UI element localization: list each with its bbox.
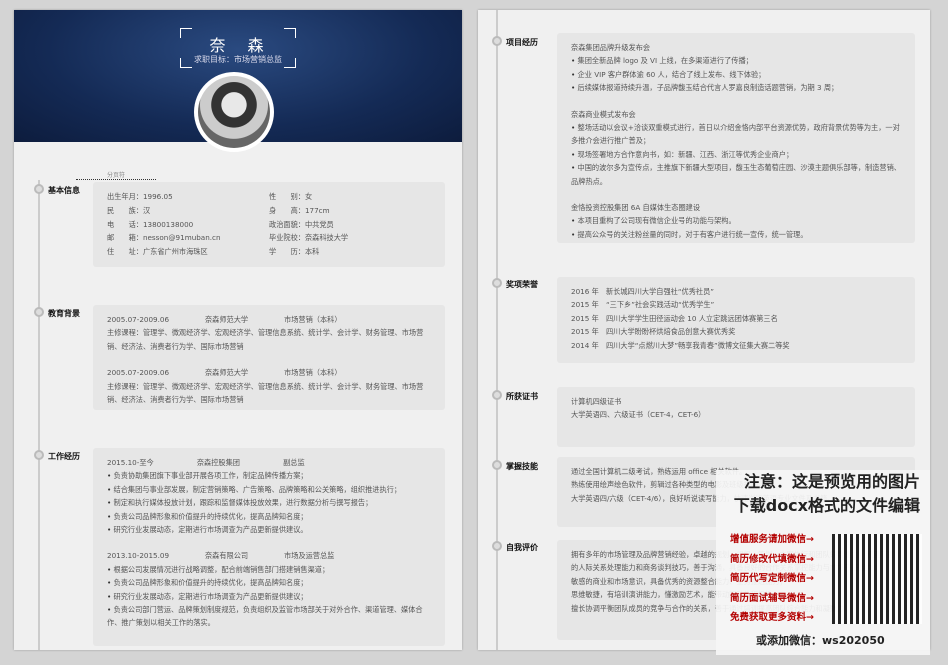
candidate-name: 奈 森 (209, 36, 267, 55)
section-title-awards: 奖项荣誉 (506, 280, 538, 289)
text-line: 2014 年 四川大学“点燃川大梦”畅享我青春”微博文征集大赛二等奖 (571, 340, 790, 350)
text-line: 民 族：汉 (107, 205, 151, 215)
text-line: 现场签署地方合作意向书，如：新疆、江西、浙江等优秀企业商户； (571, 148, 901, 161)
timeline-dot (34, 307, 44, 317)
text-line: 研究行业发展动态，定期进行市场调查为产品更新提供建议； (107, 590, 431, 603)
text-line: 2015 年 四川大学学生田径运动会 10 人立定跳远团体赛第三名 (571, 313, 778, 323)
text-line: 研究行业发展动态，定期进行市场调查为产品更新提供建议。 (107, 523, 431, 536)
text-line: 负责公司品牌形象和价值提升的持续优化，提高品牌知名度； (107, 576, 431, 589)
text-line (107, 353, 431, 366)
text-line: 根据公司发展情况进行战略调整，配合前端销售部门搭建销售渠道； (107, 563, 431, 576)
section-title-education: 教育背景 (48, 309, 80, 318)
text-line: 负责公司品牌形象和价值提升的持续优化，提高品牌知名度； (107, 510, 431, 523)
text-line: 2013.10-2015.09 奈森有限公司 市场及运营总监 (107, 551, 335, 561)
text-line: 整场活动以会议+洽谈双重模式进行，首日以介绍金恪内部平台资源优势，政府背景优势等… (571, 121, 901, 148)
text-line: 集团全新品牌 logo 及 VI 上线，在多渠道进行了传播； (571, 54, 901, 67)
watermark-line2: 下载docx格式的文件编辑 (733, 496, 920, 515)
text-line: 金恪投资控股集团 6A 自媒体生态圈建设 (571, 203, 701, 213)
text-line: 大学英语四、六级证书（CET-4，CET-6） (571, 410, 706, 420)
section-box-projects: 奈森集团品牌升级发布会集团全新品牌 logo 及 VI 上线，在多渠道进行了传播… (557, 33, 915, 243)
avatar (194, 72, 274, 152)
text-line: 2015.10-至今 奈森控股集团 副总监 (107, 458, 305, 467)
text-line: 主修课程：管理学、微观经济学、宏观经济学、管理信息系统、统计学、会计学、财务管理… (107, 328, 424, 351)
text-line: 身 高：177cm (269, 205, 330, 215)
section-box-basic: 出生年月：1996.05 性 别：女民 族：汉 身 高：177cm 电 话：13800… (93, 182, 445, 267)
section-title-basic: 基本信息 (48, 186, 80, 195)
section-title-certs: 所获证书 (506, 392, 538, 401)
timeline-dot (34, 450, 44, 460)
text-line (571, 188, 901, 201)
text-line: 制定和执行媒体投放计划，跟踪和监督媒体投放效果，进行数据分析与撰写报告； (107, 496, 431, 509)
text-line: 性 别：女 (269, 192, 313, 201)
section-title-self: 自我评价 (506, 543, 538, 552)
text-line: 出生年月：1996.05 (107, 192, 173, 201)
text-line: 中国的波尔多为宣传点，主推旗下新疆大型项目，馥玉生态葡萄庄园、沙漠主题俱乐部等，… (571, 161, 901, 188)
timeline-dot (492, 390, 502, 400)
text-line: 住 址：广东省广州市海珠区 (107, 247, 208, 257)
text-line: 本项目重构了公司现有微信企业号的功能与架构。 (571, 214, 901, 227)
timeline-dot (34, 184, 44, 194)
text-line: 企业 VIP 客户群体逾 60 人，结合了线上发布、线下体验； (571, 68, 901, 81)
section-box-work: 2015.10-至今 奈森控股集团 副总监负责协助集团旗下事业部开展各项工作，制… (93, 448, 445, 646)
section-box-education: 2005.07-2009.06 奈森师范大学 市场营销（本科） 主修课程：管理学、… (93, 305, 445, 410)
section-box-awards: 2016 年 新长城四川大学自强社“优秀社员” 2015 年 “三下乡”社会实践活… (557, 277, 915, 363)
text-line: 2015 年 四川大学盼盼杯烘焙食品创意大赛优秀奖 (571, 327, 736, 337)
text-line: 提高公众号的关注粉丝量的同时，对于有客户进行统一宣传，统一管理。 (571, 228, 901, 241)
text-line: 主修课程：管理学、微观经济学、宏观经济学、管理信息系统、统计学、会计学、财务管理… (107, 381, 424, 405)
timeline-dot (492, 460, 502, 470)
text-line: 政治面貌：中共党员 (269, 219, 334, 229)
timeline-dot (492, 278, 502, 288)
section-title-skills: 掌握技能 (506, 462, 538, 471)
text-line (571, 95, 901, 108)
text-line: 2016 年 新长城四川大学自强社“优秀社员” (571, 287, 715, 296)
text-line: 2005.07-2009.06 奈森师范大学 市场营销（本科） (107, 315, 342, 324)
timeline-line (38, 180, 40, 650)
text-line (107, 536, 431, 549)
text-line: 奈森商业模式发布会 (571, 109, 636, 119)
text-line: 2015 年 “三下乡”社会实践活动“优秀学生” (571, 300, 715, 310)
text-line: 电 话：13800138000 (107, 219, 194, 229)
watermark-line1: 注意：这是预览用的图片 (743, 472, 920, 491)
section-title-projects: 项目经历 (506, 38, 538, 47)
text-line: 奈森集团品牌升级发布会 (571, 43, 651, 52)
section-box-certs: 计算机四级证书大学英语四、六级证书（CET-4，CET-6） (557, 387, 915, 447)
text-line: 2005.07-2009.06 奈森师范大学 市场营销（本科） (107, 368, 342, 378)
page-break-marker: 分页符 (76, 170, 156, 180)
text-line: 学 历：本科 (269, 247, 320, 257)
text-line: 负责公司部门营运、品牌策划制度规范，负责组织及监管市场部关于对外合作、渠道管理、… (107, 603, 431, 630)
text-line: 负责协助集团旗下事业部开展各项工作，制定品牌传播方案； (107, 469, 431, 482)
timeline-line (496, 10, 498, 650)
qr-code (832, 534, 922, 624)
preview-watermark: 注意：这是预览用的图片 下载docx格式的文件编辑 增值服务请加微信→ 简历修改代… (716, 470, 930, 655)
wechat-id: 或添加微信：ws202050 (756, 634, 885, 647)
text-line: 后续媒体报道持续升温，子品牌馥玉结合代言人罗嘉良制造话题营销，为期 3 周； (571, 81, 901, 94)
section-title-work: 工作经历 (48, 452, 80, 461)
text-line: 计算机四级证书 (571, 397, 622, 406)
text-line: 结合集团与事业部发展，制定营销策略、广告策略、品牌策略和公关策略，组织推进执行； (107, 483, 431, 496)
resume-page-1: 奈 森 求职目标：市场营销总监 分页符 基本信息 出生年月：1996.05 性 别：… (14, 10, 462, 650)
text-line: 毕业院校：奈森科技大学 (269, 233, 349, 243)
timeline-dot (492, 541, 502, 551)
text-line: 邮 箱：nesson@91muban.cn (107, 233, 221, 243)
job-objective: 求职目标：市场营销总监 (194, 55, 282, 64)
timeline-dot (492, 36, 502, 46)
